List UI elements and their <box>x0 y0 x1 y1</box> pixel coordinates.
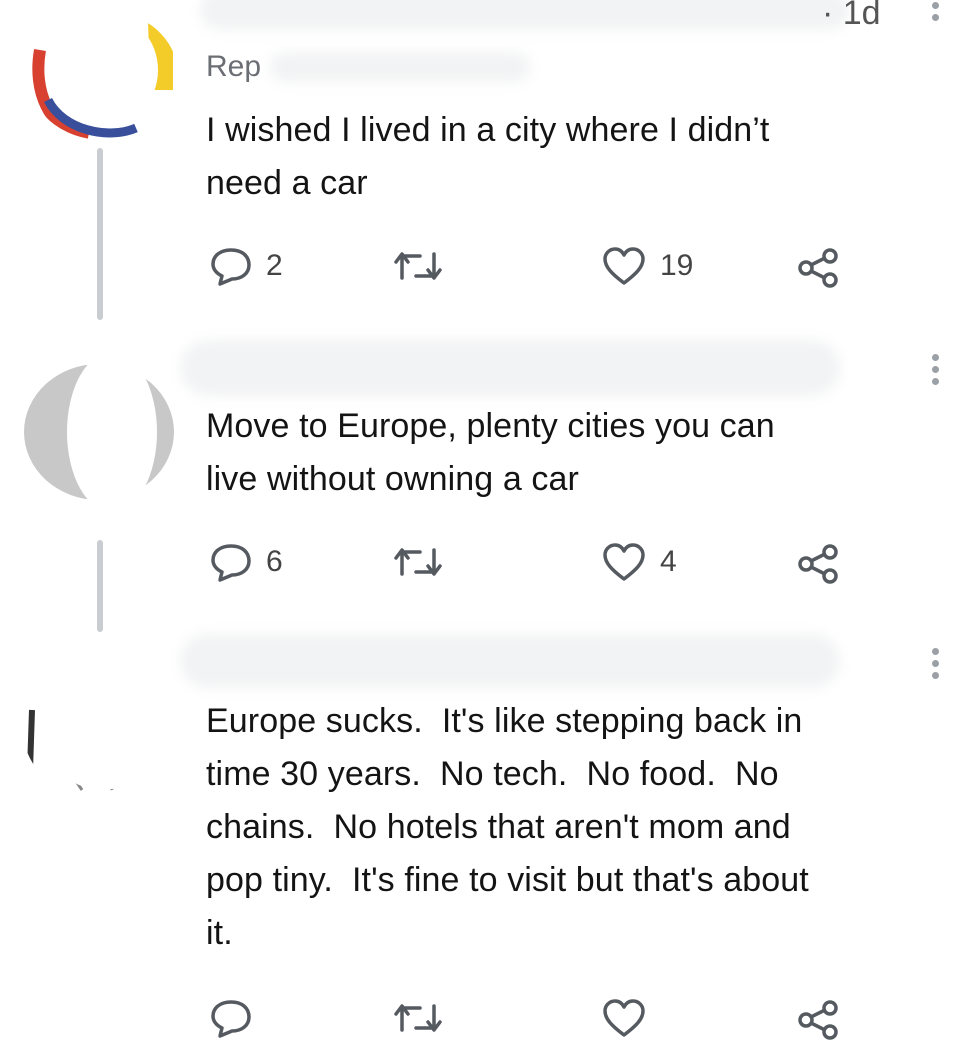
avatar[interactable] <box>28 10 178 140</box>
heart-icon <box>603 247 645 285</box>
avatar[interactable] <box>22 650 176 800</box>
share-icon <box>798 1000 838 1040</box>
redacted-header <box>180 634 840 688</box>
share-button[interactable] <box>796 544 842 584</box>
thread-line <box>97 540 103 632</box>
share-icon <box>798 248 838 288</box>
retweet-icon <box>394 1004 442 1032</box>
avatar[interactable] <box>22 362 176 502</box>
like-button[interactable]: 19 <box>602 246 693 286</box>
like-count: 4 <box>660 545 677 578</box>
tweet-text: Move to Europe, plenty cities you can li… <box>206 407 775 498</box>
share-icon <box>798 544 838 584</box>
redacted-header <box>180 340 840 396</box>
share-button[interactable] <box>796 248 842 288</box>
redacted-header <box>200 0 850 30</box>
like-button[interactable]: 4 <box>602 542 677 582</box>
like-count: 19 <box>660 249 694 282</box>
reply-button[interactable]: 6 <box>210 542 283 582</box>
retweet-icon <box>394 252 442 280</box>
thread-line <box>97 148 103 320</box>
reply-icon <box>211 544 251 582</box>
timestamp[interactable]: · 1d <box>822 0 881 33</box>
retweet-button[interactable] <box>392 544 444 580</box>
tweet-text: Europe sucks. It's like stepping back in… <box>206 702 809 952</box>
reply-button[interactable]: 2 <box>210 246 283 286</box>
reply-button[interactable] <box>210 998 252 1038</box>
more-options-icon[interactable] <box>930 648 940 684</box>
share-button[interactable] <box>796 1000 842 1040</box>
author-name[interactable]: Rep <box>206 50 261 84</box>
retweet-button[interactable] <box>392 1000 444 1036</box>
reply-icon <box>211 248 251 286</box>
more-options-icon[interactable] <box>930 2 940 26</box>
retweet-button[interactable] <box>392 248 444 284</box>
heart-icon <box>603 543 645 581</box>
like-button[interactable] <box>602 998 646 1038</box>
reply-count: 2 <box>266 249 283 282</box>
redacted-handle <box>270 52 530 82</box>
heart-icon <box>603 999 645 1037</box>
more-options-icon[interactable] <box>930 354 940 390</box>
reply-count: 6 <box>266 545 283 578</box>
reply-icon <box>211 1000 251 1038</box>
retweet-icon <box>394 548 442 576</box>
tweet-text: I wished I lived in a city where I didn’… <box>206 111 770 202</box>
